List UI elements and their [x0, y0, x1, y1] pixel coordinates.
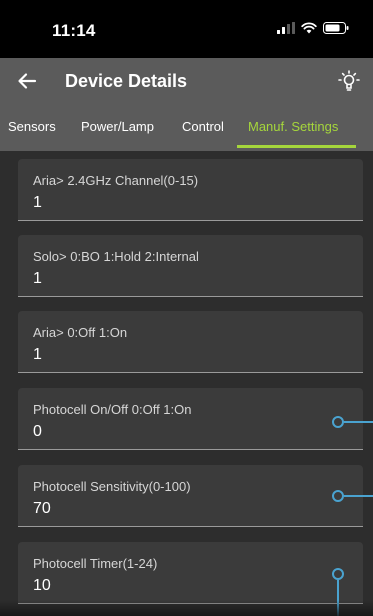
field-label: Photocell Sensitivity(0-100) — [33, 479, 191, 494]
field-value[interactable]: 70 — [33, 500, 51, 518]
annotation-marker — [332, 416, 344, 428]
field-value[interactable]: 1 — [33, 346, 42, 364]
annotation-line — [344, 421, 373, 423]
arrow-left-icon — [18, 73, 37, 89]
field-label: Photocell Timer(1-24) — [33, 556, 158, 571]
tab-control[interactable]: Control — [182, 104, 224, 151]
tab-power-lamp[interactable]: Power/Lamp — [81, 104, 154, 151]
field-value[interactable]: 1 — [33, 270, 42, 288]
bottom-fade — [0, 600, 373, 616]
annotation-marker — [332, 568, 344, 580]
field-label: Aria> 2.4GHz Channel(0-15) — [33, 173, 199, 188]
field-label: Solo> 0:BO 1:Hold 2:Internal — [33, 249, 199, 264]
channel-field[interactable]: Aria> 2.4GHz Channel(0-15) 1 — [18, 159, 363, 221]
field-label: Photocell On/Off 0:Off 1:On — [33, 402, 192, 417]
annotation-marker — [332, 490, 344, 502]
solo-mode-field[interactable]: Solo> 0:BO 1:Hold 2:Internal 1 — [18, 235, 363, 297]
settings-list: Aria> 2.4GHz Channel(0-15) 1 Solo> 0:BO … — [0, 151, 373, 616]
back-button[interactable] — [16, 70, 38, 92]
cellular-signal-icon — [277, 22, 295, 34]
app-bar: Device Details — [0, 58, 373, 104]
photocell-timer-field[interactable]: Photocell Timer(1-24) 10 — [18, 542, 363, 604]
page-title: Device Details — [65, 71, 188, 91]
status-icons — [277, 22, 349, 34]
aria-toggle-field[interactable]: Aria> 0:Off 1:On 1 — [18, 311, 363, 373]
field-value[interactable]: 10 — [33, 577, 51, 595]
photocell-toggle-field[interactable]: Photocell On/Off 0:Off 1:On 0 — [18, 388, 363, 450]
field-value[interactable]: 0 — [33, 423, 42, 441]
photocell-sensitivity-field[interactable]: Photocell Sensitivity(0-100) 70 — [18, 465, 363, 527]
lightbulb-button[interactable] — [337, 69, 361, 93]
field-label: Aria> 0:Off 1:On — [33, 325, 128, 340]
tab-sensors[interactable]: Sensors — [8, 104, 56, 151]
tab-manuf-settings[interactable]: Manuf. Settings — [248, 104, 338, 151]
field-value[interactable]: 1 — [33, 194, 42, 212]
status-bar: 11:14 — [0, 0, 373, 58]
lightbulb-icon — [338, 70, 360, 91]
annotation-line — [344, 495, 373, 497]
status-time: 11:14 — [52, 21, 96, 40]
tab-bar: Sensors Power/Lamp Control Manuf. Settin… — [0, 104, 373, 151]
battery-icon — [323, 22, 349, 34]
active-tab-indicator — [237, 145, 356, 148]
wifi-icon — [301, 22, 317, 34]
